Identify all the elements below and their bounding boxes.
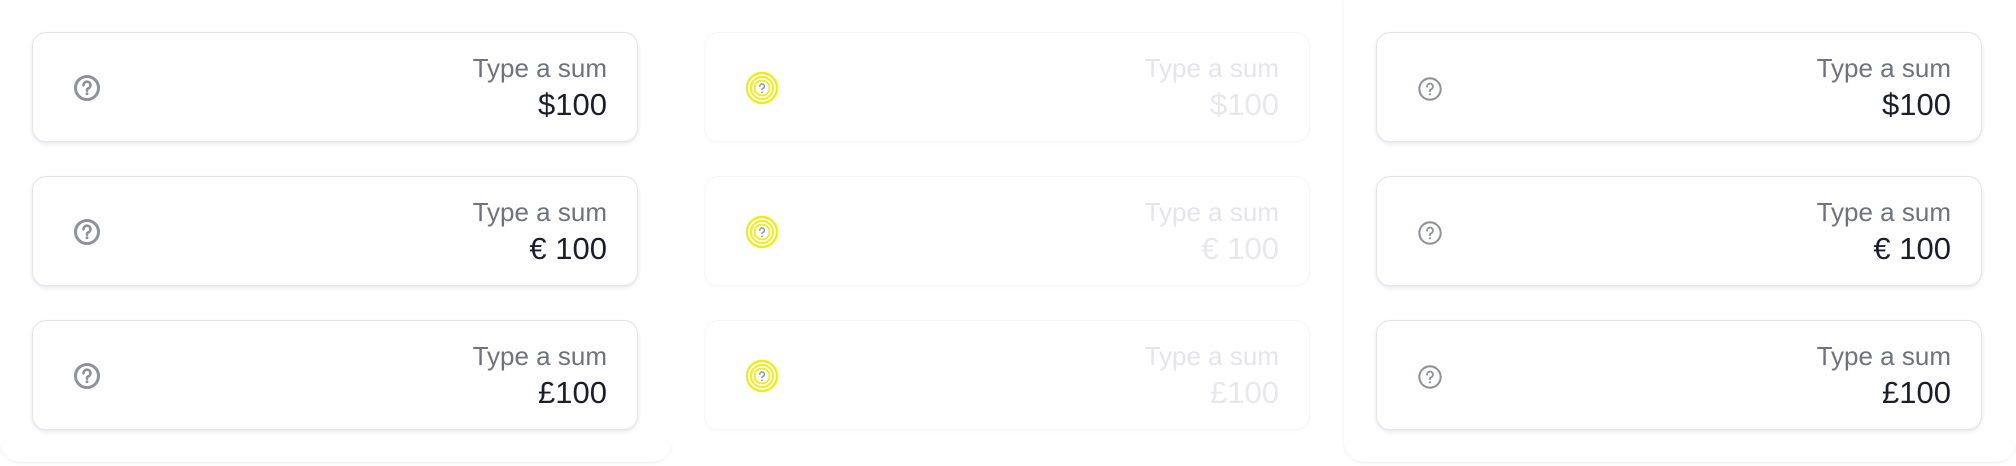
currency-panel-1: Type a sum $100 Type a sum € 100 Type a … <box>0 0 672 462</box>
help-icon[interactable] <box>1417 364 1443 390</box>
sum-label: Type a sum <box>1144 53 1279 83</box>
sum-value[interactable]: £100 <box>473 373 607 413</box>
sum-input-eur[interactable]: Type a sum € 100 <box>32 176 638 286</box>
sum-label: Type a sum <box>1816 53 1951 83</box>
sum-value: € 100 <box>1201 231 1279 266</box>
sum-value[interactable]: € 100 <box>473 229 607 269</box>
sum-label: Type a sum <box>472 341 607 371</box>
sum-label: Type a sum <box>1816 341 1951 371</box>
sum-value[interactable]: $100 <box>473 85 607 125</box>
sum-input-usd-disabled: Type a sum $100 <box>704 32 1310 142</box>
sum-value[interactable]: £100 <box>1817 373 1951 413</box>
help-icon-highlighted <box>745 215 779 249</box>
sum-input-gbp-disabled: Type a sum £100 <box>704 320 1310 430</box>
sum-input-eur[interactable]: Type a sum € 100 <box>1376 176 1982 286</box>
help-icon[interactable] <box>73 362 101 390</box>
help-icon[interactable] <box>1417 76 1443 102</box>
sum-input-usd[interactable]: Type a sum $100 <box>1376 32 1982 142</box>
currency-panel-3: Type a sum $100 Type a sum € 100 Type a … <box>1344 0 2016 462</box>
sum-label: Type a sum <box>1144 341 1279 371</box>
help-icon-highlighted <box>745 71 779 105</box>
help-icon[interactable] <box>73 218 101 246</box>
currency-panel-2-disabled: Type a sum $100 Type a sum € 100 Type a … <box>672 0 1344 462</box>
help-icon[interactable] <box>73 74 101 102</box>
sum-value: £100 <box>1210 375 1279 410</box>
sum-input-eur-disabled: Type a sum € 100 <box>704 176 1310 286</box>
sum-label: Type a sum <box>1144 197 1279 227</box>
help-icon[interactable] <box>1417 220 1443 246</box>
sum-value[interactable]: € 100 <box>1817 229 1951 269</box>
sum-input-gbp[interactable]: Type a sum £100 <box>32 320 638 430</box>
sum-label: Type a sum <box>472 53 607 83</box>
sum-input-usd[interactable]: Type a sum $100 <box>32 32 638 142</box>
sum-value: $100 <box>1210 87 1279 122</box>
sum-label: Type a sum <box>1816 197 1951 227</box>
help-icon-highlighted <box>745 359 779 393</box>
sum-input-gbp[interactable]: Type a sum £100 <box>1376 320 1982 430</box>
sum-value[interactable]: $100 <box>1817 85 1951 125</box>
sum-label: Type a sum <box>472 197 607 227</box>
